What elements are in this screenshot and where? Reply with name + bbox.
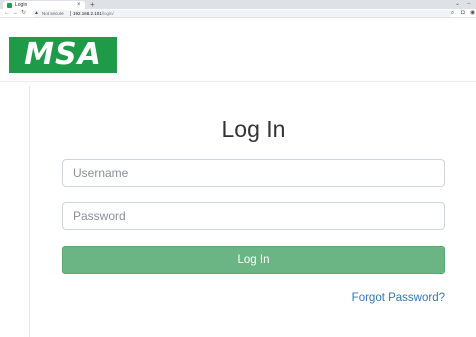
login-card-border <box>29 86 30 337</box>
reload-icon[interactable]: ↻ <box>21 9 26 18</box>
chevron-down-icon[interactable]: ⌄ <box>455 0 460 9</box>
tab-close-icon[interactable]: × <box>77 2 81 9</box>
browser-addressbar: ← → ↻ ▲ Not secure 192.168.2.101/login/ … <box>0 9 476 18</box>
browser-tab[interactable]: Login × <box>3 1 85 9</box>
browser-tabbar: Login × + ⌄ – <box>0 0 476 9</box>
header-divider <box>0 81 476 82</box>
back-arrow-icon[interactable]: ← <box>4 9 10 18</box>
warning-icon[interactable]: ▲ <box>34 10 39 17</box>
url-bar[interactable]: ▲ Not secure 192.168.2.101/login/ <box>32 10 452 17</box>
page-title: Log In <box>221 116 286 142</box>
url-divider <box>70 11 71 16</box>
tab-title: Login <box>15 1 28 8</box>
msa-logo: MSA <box>9 37 117 73</box>
msa-favicon-icon <box>7 2 12 8</box>
forward-arrow-icon[interactable]: → <box>12 9 18 18</box>
security-label[interactable]: Not secure <box>42 10 64 17</box>
minimize-icon[interactable]: – <box>467 0 470 9</box>
zoom-icon[interactable]: ⌕ <box>451 9 454 18</box>
login-button[interactable]: Log In <box>62 246 445 274</box>
logo-text: MSA <box>24 37 102 72</box>
new-tab-button[interactable]: + <box>90 0 95 9</box>
password-input[interactable] <box>62 202 445 230</box>
forgot-password-link[interactable]: Forgot Password? <box>300 291 445 305</box>
url-text[interactable]: 192.168.2.101/login/ <box>73 10 114 17</box>
url-path: /login/ <box>101 11 114 16</box>
profile-icon[interactable]: ◉ <box>470 9 475 18</box>
url-host: 192.168.2.101 <box>73 11 102 16</box>
extension-icon[interactable]: ◘ <box>461 9 465 18</box>
username-input[interactable] <box>62 159 445 187</box>
